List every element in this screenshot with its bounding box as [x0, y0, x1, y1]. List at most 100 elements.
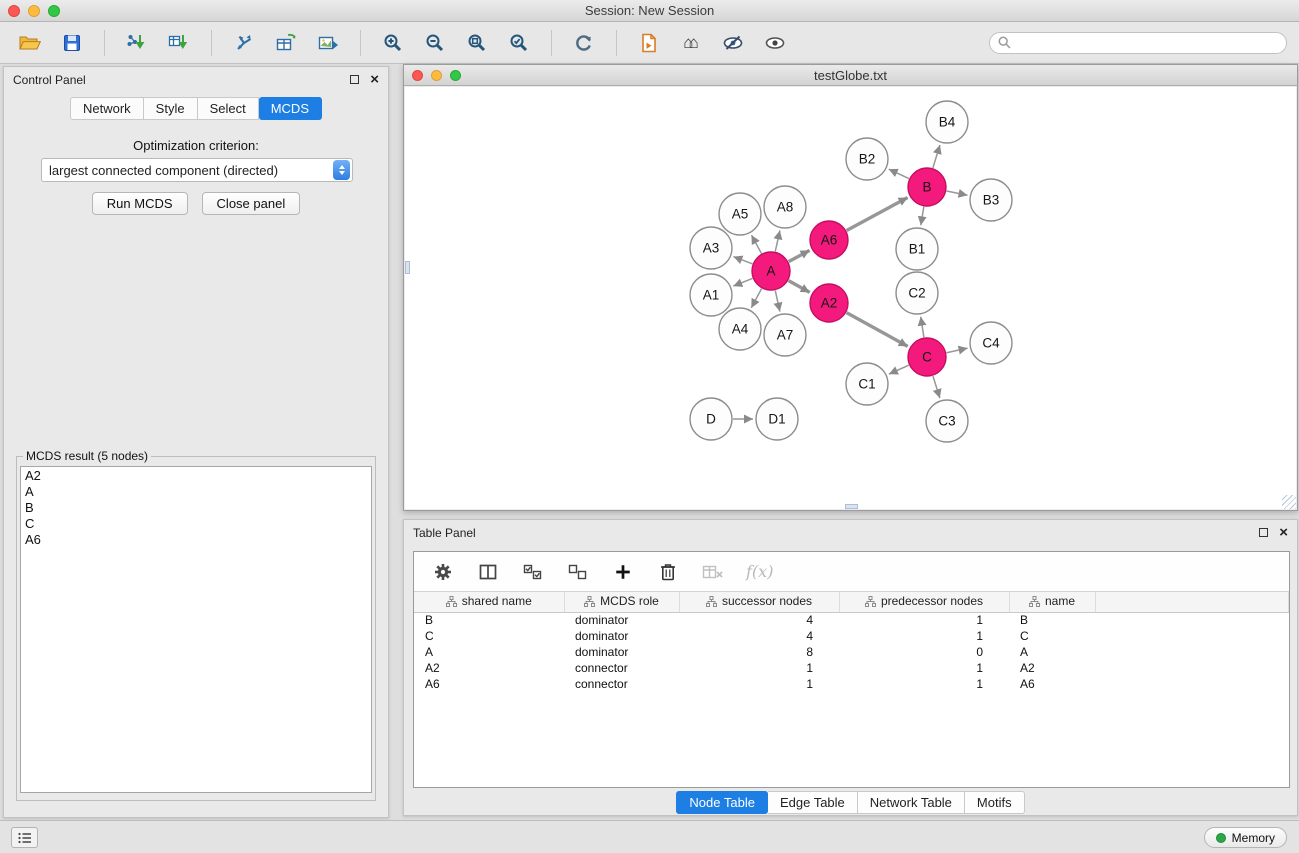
new-network-button[interactable]: [226, 28, 262, 58]
zoom-selected-button[interactable]: [501, 28, 537, 58]
apply-layout-button[interactable]: [566, 28, 602, 58]
table-row[interactable]: A6connector11A6: [414, 676, 1289, 692]
table-cell[interactable]: dominator: [564, 644, 679, 660]
tab-mcds[interactable]: MCDS: [259, 97, 322, 120]
table-cell[interactable]: 1: [839, 660, 1009, 676]
import-table-from-file-button[interactable]: [161, 28, 197, 58]
table-cell[interactable]: 1: [679, 660, 839, 676]
graph-node-A2[interactable]: A2: [810, 284, 848, 322]
graph-node-A6[interactable]: A6: [810, 221, 848, 259]
run-mcds-button[interactable]: Run MCDS: [92, 192, 188, 215]
graph-node-D1[interactable]: D1: [756, 398, 798, 440]
graph-node-C[interactable]: C: [908, 338, 946, 376]
delete-column-button[interactable]: [656, 560, 680, 584]
graph-node-A8[interactable]: A8: [764, 186, 806, 228]
graph-edge-A-A6[interactable]: [789, 250, 810, 261]
table-cell[interactable]: connector: [564, 660, 679, 676]
memory-button[interactable]: Memory: [1204, 827, 1287, 848]
minimize-window-button[interactable]: [28, 5, 40, 17]
graph-node-D[interactable]: D: [690, 398, 732, 440]
show-graphics-button[interactable]: [757, 28, 793, 58]
table-cell[interactable]: 1: [839, 612, 1009, 628]
minimize-network-window-button[interactable]: [431, 70, 442, 81]
graph-edge-C-C3[interactable]: [933, 376, 940, 398]
table-cell[interactable]: B: [414, 612, 564, 628]
zoom-network-window-button[interactable]: [450, 70, 461, 81]
graph-edge-A-A7[interactable]: [775, 291, 780, 312]
float-panel-icon[interactable]: [350, 75, 359, 84]
graph-node-B2[interactable]: B2: [846, 138, 888, 180]
resize-grip[interactable]: [1282, 495, 1296, 509]
open-file-button[interactable]: [631, 28, 667, 58]
select-all-button[interactable]: [521, 560, 545, 584]
graph-edge-A-A2[interactable]: [789, 281, 810, 293]
resize-anchor[interactable]: [405, 261, 410, 274]
graph-node-A5[interactable]: A5: [719, 193, 761, 235]
tab-motifs[interactable]: Motifs: [965, 791, 1025, 814]
graph-edge-A-A8[interactable]: [775, 230, 780, 251]
graph-node-C3[interactable]: C3: [926, 400, 968, 442]
graph-node-B[interactable]: B: [908, 168, 946, 206]
table-cell[interactable]: 8: [679, 644, 839, 660]
graph-edge-A-A1[interactable]: [733, 278, 752, 286]
graph-node-A3[interactable]: A3: [690, 227, 732, 269]
float-panel-icon[interactable]: [1259, 528, 1268, 537]
close-panel-icon[interactable]: ×: [370, 75, 379, 84]
graph-node-C2[interactable]: C2: [896, 272, 938, 314]
create-column-button[interactable]: [611, 560, 635, 584]
graph-node-A4[interactable]: A4: [719, 308, 761, 350]
tab-node-table[interactable]: Node Table: [676, 791, 768, 814]
table-row[interactable]: A2connector11A2: [414, 660, 1289, 676]
table-cell[interactable]: connector: [564, 676, 679, 692]
deselect-all-button[interactable]: [566, 560, 590, 584]
close-network-window-button[interactable]: [412, 70, 423, 81]
graph-edge-A-A3[interactable]: [733, 257, 752, 264]
table-cell[interactable]: 0: [839, 644, 1009, 660]
criterion-select[interactable]: largest connected component (directed): [41, 158, 353, 182]
graph-edge-A-A5[interactable]: [751, 235, 761, 253]
table-cell[interactable]: A6: [1009, 676, 1095, 692]
column-header-successor-nodes[interactable]: successor nodes: [679, 592, 839, 612]
graph-node-B3[interactable]: B3: [970, 179, 1012, 221]
graph-node-A7[interactable]: A7: [764, 314, 806, 356]
mcds-result-item[interactable]: A: [25, 484, 367, 500]
mcds-result-item[interactable]: B: [25, 500, 367, 516]
table-row[interactable]: Adominator80A: [414, 644, 1289, 660]
table-cell[interactable]: 4: [679, 628, 839, 644]
search-input[interactable]: [1016, 35, 1278, 50]
import-network-from-file-button[interactable]: [119, 28, 155, 58]
graph-node-C4[interactable]: C4: [970, 322, 1012, 364]
graph-edge-B-B2[interactable]: [889, 169, 909, 178]
table-cell[interactable]: A2: [1009, 660, 1095, 676]
hide-annotations-button[interactable]: [715, 28, 751, 58]
graph-node-B4[interactable]: B4: [926, 101, 968, 143]
show-columns-button[interactable]: [476, 560, 500, 584]
table-cell[interactable]: 1: [839, 628, 1009, 644]
table-settings-button[interactable]: [431, 560, 455, 584]
table-cell[interactable]: 1: [679, 676, 839, 692]
graph-node-A[interactable]: A: [752, 252, 790, 290]
table-row[interactable]: Bdominator41B: [414, 612, 1289, 628]
export-image-button[interactable]: [310, 28, 346, 58]
graph-node-C1[interactable]: C1: [846, 363, 888, 405]
open-session-button[interactable]: [12, 28, 48, 58]
column-header-predecessor-nodes[interactable]: predecessor nodes: [839, 592, 1009, 612]
graph-edge-A2-C[interactable]: [847, 313, 908, 347]
tab-style[interactable]: Style: [144, 97, 198, 120]
tab-network-table[interactable]: Network Table: [858, 791, 965, 814]
network-graph[interactable]: A A1 A2 A3 A4 A5 A6 A7 A8 B B1 B2 B3B4 C C1 C2 C3C4 D D1: [405, 87, 1296, 509]
close-window-button[interactable]: [8, 5, 20, 17]
table-cell[interactable]: dominator: [564, 612, 679, 628]
zoom-fit-button[interactable]: [459, 28, 495, 58]
column-header-name[interactable]: name: [1009, 592, 1095, 612]
zoom-window-button[interactable]: [48, 5, 60, 17]
graph-node-A1[interactable]: A1: [690, 274, 732, 316]
graph-edge-A6-B[interactable]: [847, 197, 908, 230]
resize-anchor[interactable]: [845, 504, 858, 509]
close-panel-button[interactable]: Close panel: [202, 192, 301, 215]
graph-edge-C-C1[interactable]: [889, 365, 909, 374]
tab-network[interactable]: Network: [70, 97, 144, 120]
graph-node-B1[interactable]: B1: [896, 228, 938, 270]
graph-edge-B-B4[interactable]: [933, 145, 940, 168]
search-box[interactable]: [989, 32, 1287, 54]
